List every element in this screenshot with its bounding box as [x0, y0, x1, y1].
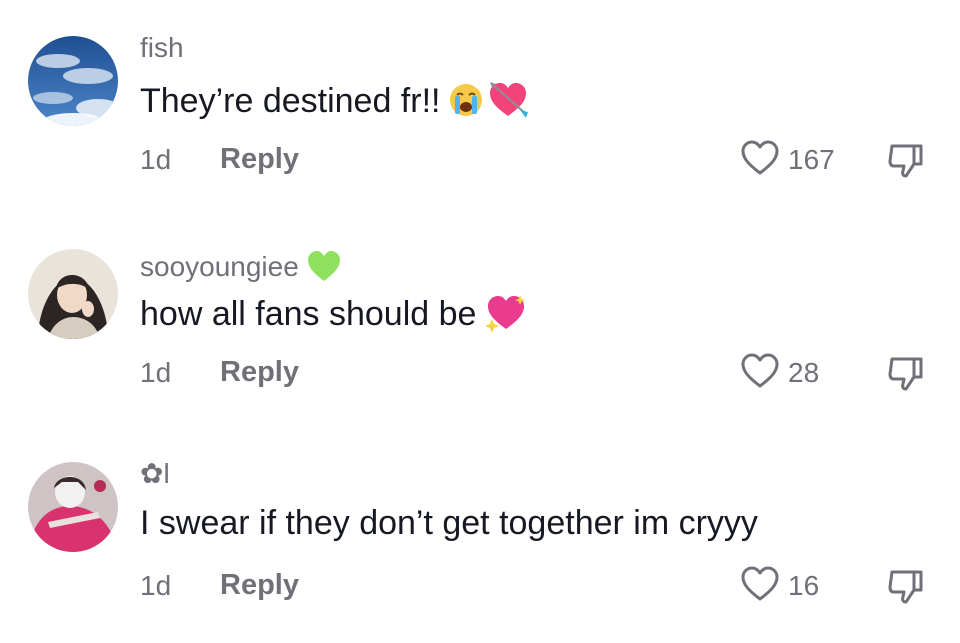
heart-outline-icon [740, 353, 780, 394]
dislike-button[interactable] [884, 564, 928, 608]
comment-text: I swear if they don’t get together im cr… [140, 504, 758, 542]
like-button[interactable]: 167 [740, 140, 835, 180]
comment-item: sooyoungiee how all fans should be 1d Re… [0, 213, 960, 413]
comment-text: how all fans should be [140, 293, 528, 339]
like-count: 167 [788, 144, 835, 175]
comment-text: They’re destined fr!! [140, 80, 530, 126]
person-avatar-image [28, 249, 118, 339]
comment-username[interactable]: fish [140, 34, 184, 62]
comment-username[interactable]: ✿l [140, 460, 170, 488]
like-button[interactable]: 28 [740, 353, 819, 393]
like-button[interactable]: 16 [740, 566, 819, 606]
heart-outline-icon [740, 566, 780, 607]
heart-outline-icon [740, 140, 780, 181]
comment-item: ✿l I swear if they don’t get together im… [0, 426, 960, 626]
thumbs-down-icon [888, 357, 923, 391]
sparkling-heart-emoji [484, 293, 528, 339]
comment-username[interactable]: sooyoungiee [140, 249, 343, 288]
dislike-button[interactable] [884, 351, 928, 395]
reply-button[interactable]: Reply [220, 145, 299, 174]
like-count: 16 [788, 570, 820, 601]
person-avatar-image [28, 462, 118, 552]
comment-item: fish They’re destined fr!! 1d Reply 167 [0, 0, 960, 200]
loudly-crying-face-emoji [448, 82, 484, 124]
thumbs-down-icon [888, 570, 923, 604]
avatar[interactable] [28, 36, 118, 126]
comment-timestamp: 1d [140, 570, 172, 601]
comment-timestamp: 1d [140, 144, 172, 175]
green-heart-emoji [305, 249, 343, 288]
sky-avatar-image [28, 36, 118, 126]
dislike-button[interactable] [884, 138, 928, 182]
avatar[interactable] [28, 249, 118, 339]
thumbs-down-icon [888, 144, 923, 178]
reply-button[interactable]: Reply [220, 358, 299, 387]
comment-timestamp: 1d [140, 357, 172, 388]
avatar[interactable] [28, 462, 118, 552]
reply-button[interactable]: Reply [220, 571, 299, 600]
heart-with-arrow-emoji [486, 80, 530, 126]
like-count: 28 [788, 357, 820, 388]
